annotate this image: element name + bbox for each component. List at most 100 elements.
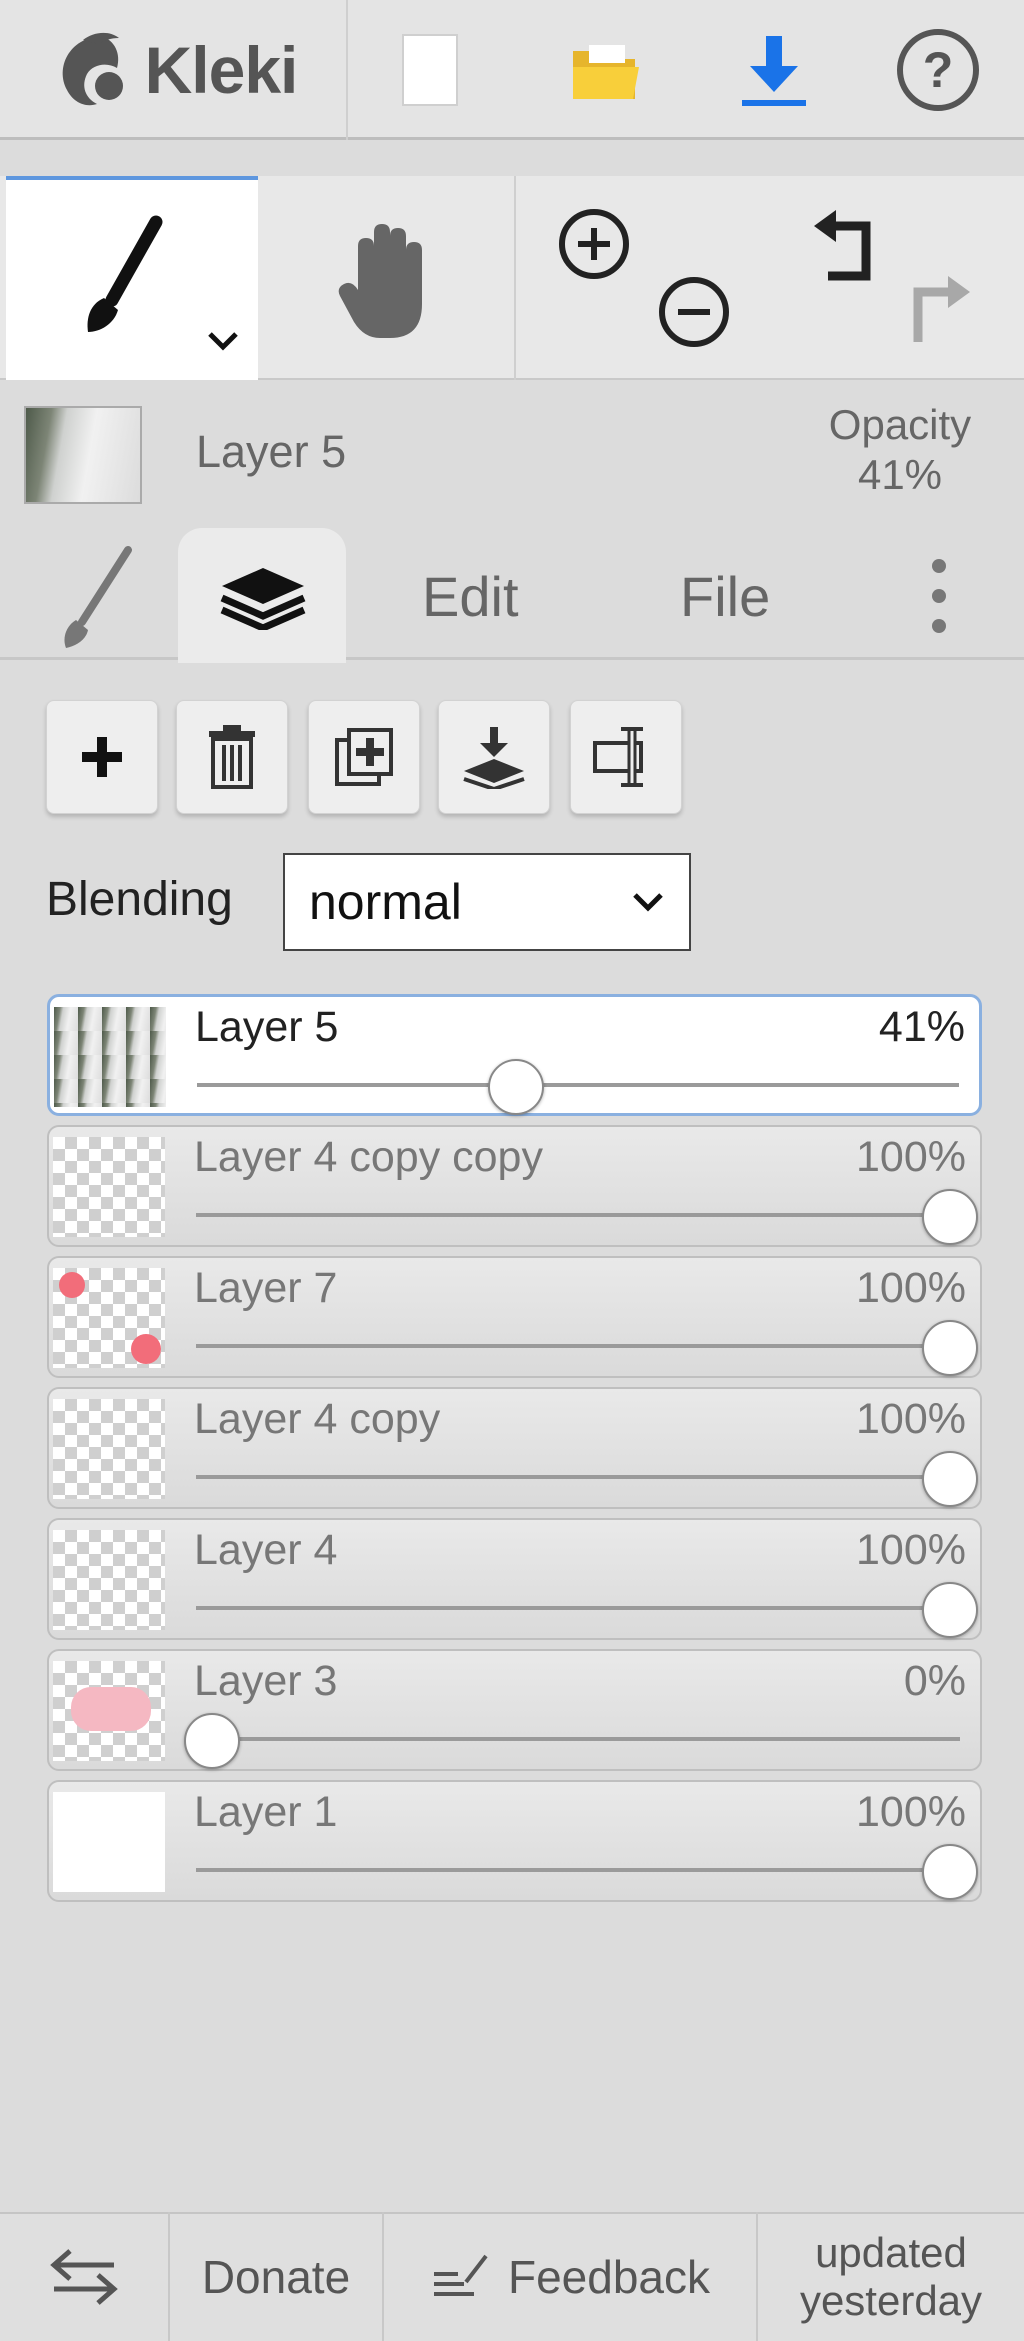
layer-opacity-slider[interactable] [197,1083,959,1087]
layer-row[interactable]: Layer 4 copy copy 100% [47,1125,982,1247]
layer-thumbnail[interactable] [53,1399,165,1499]
opacity-value: 41% [857,451,943,498]
layer-opacity-slider[interactable] [196,1868,960,1872]
new-file-button[interactable] [380,0,480,140]
slider-knob[interactable] [922,1844,978,1900]
brush-icon [87,215,163,332]
more-vertical-icon [932,559,946,633]
feedback-label: Feedback [507,2250,710,2303]
layer-opacity-value: 100% [856,1264,966,1312]
slider-knob[interactable] [922,1320,978,1376]
svg-text:?: ? [923,42,954,98]
donate-link[interactable]: Donate [168,2212,382,2341]
swap-layout-button[interactable] [0,2212,168,2341]
brush-tool-button[interactable] [6,176,258,380]
hand-tool-button[interactable] [258,176,516,380]
help-icon: ? [897,29,979,111]
layer-row[interactable]: Layer 4 100% [47,1518,982,1640]
rename-layer-icon [593,727,643,787]
logo-icon [62,32,123,106]
undo-button[interactable] [808,206,878,291]
more-menu-button[interactable] [924,556,954,641]
zoom-out-icon [659,277,729,347]
layer-row[interactable]: Layer 5 41% [47,994,982,1116]
slider-knob[interactable] [487,1059,544,1115]
layer-row[interactable]: Layer 4 copy 100% [47,1387,982,1509]
duplicate-layer-icon [335,728,393,786]
layer-opacity-slider[interactable] [196,1344,960,1348]
layer-name: Layer 5 [195,1003,339,1051]
delete-layer-button[interactable] [176,700,288,814]
slider-knob[interactable] [922,1451,978,1507]
updated-line-2: yesterday [799,2276,983,2324]
slider-knob[interactable] [922,1189,978,1245]
open-file-button[interactable] [556,0,656,140]
redo-icon [913,276,970,342]
add-layer-icon [82,737,122,777]
brush-settings-icon [64,546,132,648]
tab-edit[interactable]: Edit [422,564,519,629]
feedback-icon [433,2254,488,2296]
merge-down-button[interactable] [438,700,550,814]
merge-down-icon [463,727,525,789]
blending-label: Blending [46,873,233,926]
layer-row[interactable]: Layer 1 100% [47,1780,982,1902]
layer-name: Layer 4 copy [194,1395,441,1443]
layer-name: Layer 3 [194,1657,338,1705]
download-button[interactable] [724,0,824,140]
help-button[interactable]: ? [888,0,988,140]
chevron-down-icon[interactable] [206,330,240,352]
updated-line-1: updated [815,2228,967,2276]
zoom-in-icon [559,209,629,279]
feedback-link[interactable]: Feedback [382,2212,756,2341]
slider-knob[interactable] [184,1713,240,1769]
changelog-link[interactable]: updated yesterday [756,2212,1024,2341]
layer-opacity-slider[interactable] [196,1737,960,1741]
layer-opacity-slider[interactable] [196,1475,960,1479]
slider-knob[interactable] [922,1582,978,1638]
layer-opacity-value: 100% [856,1526,966,1574]
layer-opacity-value: 41% [878,1003,965,1051]
app-logo[interactable]: Kleki [0,0,348,140]
layer-name: Layer 4 [194,1526,338,1574]
add-layer-button[interactable] [46,700,158,814]
tab-file[interactable]: File [680,564,770,629]
layer-thumbnail[interactable] [53,1661,165,1761]
layer-thumbnail[interactable] [54,1007,166,1107]
duplicate-layer-button[interactable] [308,700,420,814]
layer-opacity-slider[interactable] [196,1213,960,1217]
layer-thumbnail[interactable] [53,1268,165,1368]
new-file-icon [402,34,458,106]
layer-opacity-value: 0% [903,1657,966,1705]
layer-opacity-value: 100% [856,1395,966,1443]
layer-name: Layer 7 [194,1264,338,1312]
layer-opacity-slider[interactable] [196,1606,960,1610]
open-folder-icon [573,45,639,99]
zoom-out-button[interactable] [656,274,732,355]
layer-row[interactable]: Layer 7 100% [47,1256,982,1378]
swap-arrows-icon [50,2248,118,2305]
zoom-in-button[interactable] [556,206,632,287]
layers-icon [220,568,306,630]
layer-name: Layer 4 copy copy [194,1133,543,1181]
chevron-down-icon [633,893,663,912]
current-layer-thumbnail [24,406,142,504]
blending-select[interactable]: normal [283,853,691,951]
blending-value: normal [309,874,462,930]
opacity-label: Opacity [828,401,972,448]
layer-thumbnail[interactable] [53,1137,165,1237]
delete-layer-icon [209,725,255,789]
layer-thumbnail[interactable] [53,1792,165,1892]
tab-brush[interactable] [52,540,142,659]
layer-name: Layer 1 [194,1788,338,1836]
layer-thumbnail[interactable] [53,1530,165,1630]
rename-layer-button[interactable] [570,700,682,814]
hand-icon [338,224,422,338]
logo-text: Kleki [144,33,299,107]
current-layer-name: Layer 5 [196,426,347,477]
layer-row[interactable]: Layer 3 0% [47,1649,982,1771]
current-layer-opacity: Opacity 41% [800,400,1000,500]
tab-layers[interactable] [178,528,346,663]
download-icon [742,36,806,106]
redo-button[interactable] [906,270,976,355]
